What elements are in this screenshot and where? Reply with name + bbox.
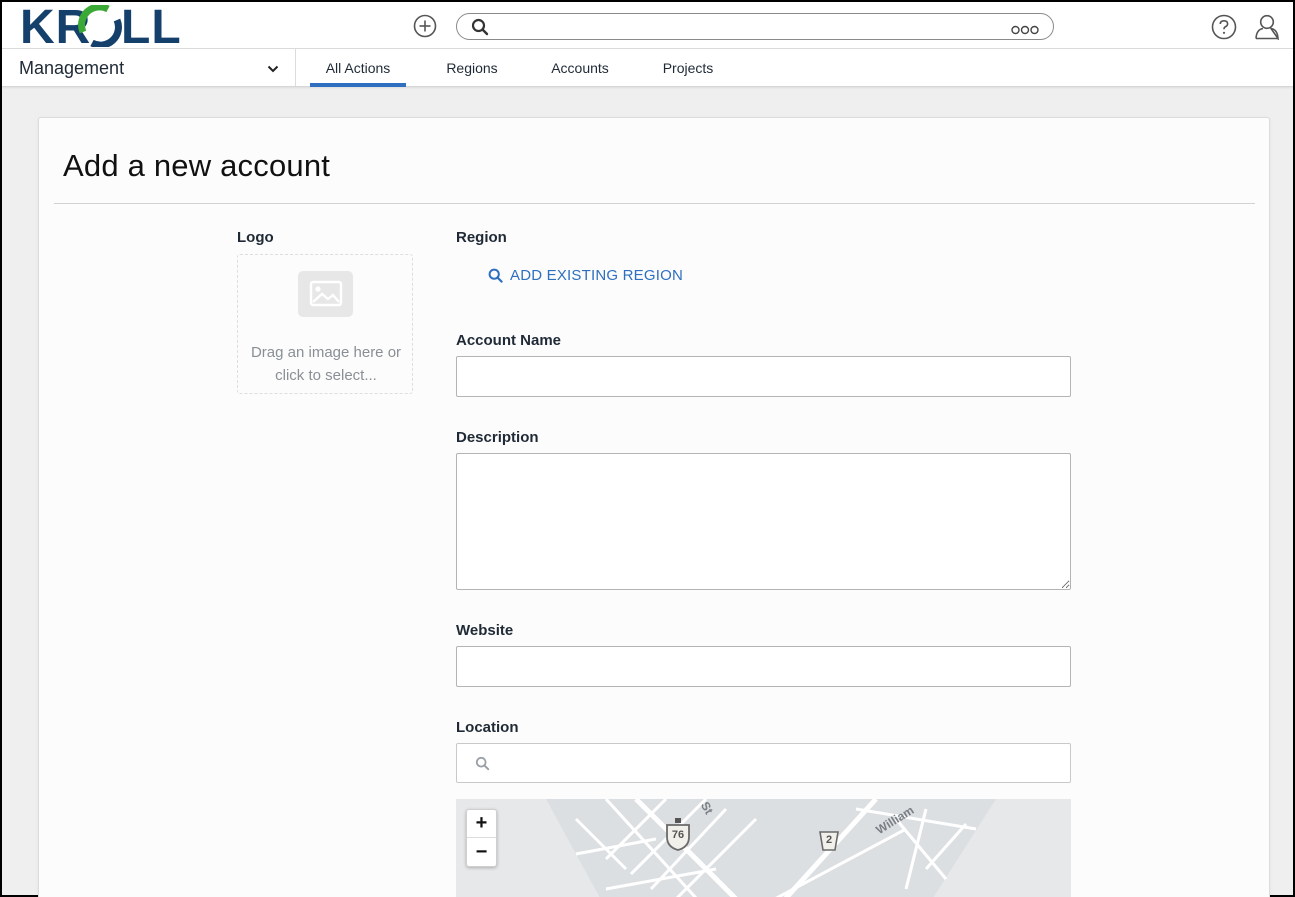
route-shield-76-label: 76 [671, 829, 685, 841]
dropzone-text: Drag an image here or click to select... [250, 344, 402, 384]
chevron-down-icon [267, 62, 279, 74]
nav-bar: Management All Actions Regions Accounts … [2, 49, 1293, 87]
logo-label: Logo [237, 229, 274, 246]
location-search-input[interactable] [501, 752, 1061, 774]
global-search-input[interactable] [497, 17, 1007, 36]
add-circle-icon[interactable] [413, 14, 437, 38]
global-search-bar[interactable] [456, 13, 1054, 40]
add-existing-region-label: ADD EXISTING REGION [510, 266, 683, 284]
location-search-box[interactable] [456, 743, 1071, 783]
kroll-logo[interactable]: KR LL [20, 5, 200, 47]
tab-all-actions[interactable]: All Actions [310, 49, 406, 87]
tab-regions[interactable]: Regions [432, 49, 512, 86]
workspace-selector[interactable]: Management [2, 49, 296, 86]
search-icon [488, 268, 503, 283]
title-divider [54, 203, 1255, 204]
search-icon [471, 18, 489, 36]
image-placeholder-icon [298, 271, 353, 317]
more-dots-icon[interactable] [1011, 22, 1039, 35]
help-icon[interactable] [1211, 14, 1237, 40]
location-map[interactable]: St William 76 2 + − [456, 799, 1071, 897]
website-input[interactable] [456, 646, 1071, 687]
new-account-form-card: Add a new account Logo Drag an image her… [38, 117, 1270, 897]
location-label: Location [456, 719, 519, 736]
zoom-in-button[interactable]: + [467, 810, 496, 838]
search-icon [475, 756, 490, 771]
tab-accounts[interactable]: Accounts [538, 49, 622, 86]
user-icon[interactable] [1254, 13, 1280, 42]
map-tiles [456, 799, 1071, 897]
top-bar: KR LL [2, 2, 1293, 49]
kroll-logo-mark: KR LL [20, 5, 182, 47]
tab-projects[interactable]: Projects [650, 49, 726, 86]
tab-label: All Actions [325, 59, 391, 76]
map-zoom-control: + − [466, 809, 497, 867]
add-existing-region-button[interactable]: ADD EXISTING REGION [488, 264, 683, 286]
tab-label: Regions [446, 59, 498, 76]
logo-dropzone[interactable]: Drag an image here or click to select... [237, 254, 413, 394]
route-shield-2-label: 2 [825, 834, 833, 846]
tab-label: Accounts [551, 59, 609, 76]
workspace-label: Management [19, 58, 125, 78]
region-label: Region [456, 229, 507, 246]
page-title: Add a new account [63, 148, 331, 183]
website-label: Website [456, 622, 514, 639]
tab-label: Projects [662, 59, 714, 76]
account-name-input[interactable] [456, 356, 1071, 397]
svg-text:LL: LL [121, 5, 182, 47]
description-textarea[interactable] [456, 453, 1071, 590]
description-label: Description [456, 429, 539, 446]
zoom-out-button[interactable]: − [467, 838, 496, 866]
account-name-label: Account Name [456, 332, 562, 349]
